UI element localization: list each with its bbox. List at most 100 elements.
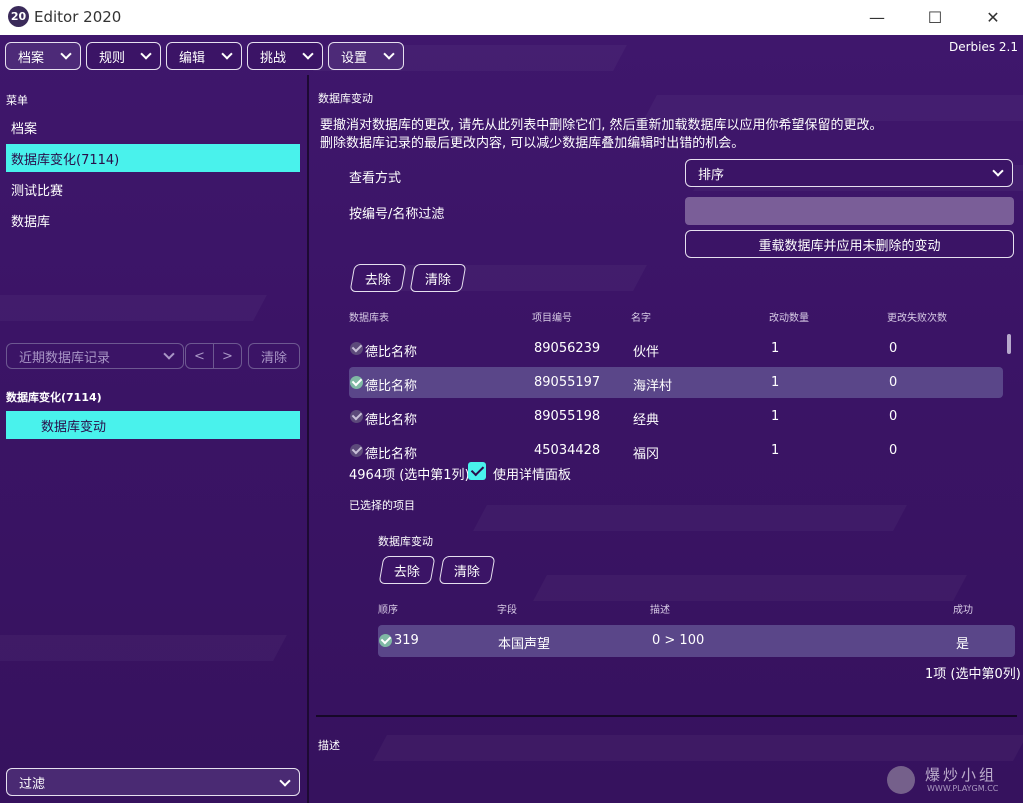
cell-failures: 0	[889, 341, 898, 356]
table-row[interactable]: 德比名称 89055198 经典 1 0	[349, 401, 1003, 432]
sidebar-item-db-changes[interactable]: 数据库变化(7114)	[6, 144, 300, 172]
cell-table: 德比名称	[365, 345, 418, 360]
detail-header-success[interactable]: 成功	[953, 601, 973, 616]
column-header-id[interactable]: 项目编号	[532, 309, 572, 324]
menu-edit[interactable]: 编辑	[166, 42, 242, 70]
detail-header-field[interactable]: 字段	[497, 601, 517, 616]
sidebar-item-label: 数据库变动	[41, 419, 107, 435]
column-header-table[interactable]: 数据库表	[349, 309, 389, 324]
column-header-name[interactable]: 名字	[631, 309, 651, 324]
chevron-down-icon	[221, 48, 233, 60]
check-icon	[350, 376, 363, 389]
clear-history-button[interactable]: 清除	[248, 343, 300, 369]
description-label: 描述	[318, 739, 340, 752]
app-icon: 20	[8, 6, 29, 27]
menu-settings[interactable]: 设置	[328, 42, 404, 70]
cell-id: 89056239	[534, 341, 601, 356]
window-title: Editor 2020	[34, 8, 122, 26]
item-count: 4964项 (选中第1列)	[349, 468, 470, 483]
menu-archive-label: 档案	[18, 50, 45, 66]
column-header-changes[interactable]: 改动数量	[769, 309, 809, 324]
cell-table: 德比名称	[365, 447, 418, 462]
menu-challenge[interactable]: 挑战	[247, 42, 323, 70]
sidebar-item-test-match[interactable]: 测试比赛	[6, 175, 300, 203]
remove-button[interactable]: 去除	[349, 264, 407, 292]
menu-rules[interactable]: 规则	[86, 42, 161, 70]
chevron-down-icon	[992, 165, 1004, 177]
maximize-button[interactable]: ☐	[906, 0, 964, 35]
remove-button-label: 去除	[364, 272, 391, 288]
changes-section-header: 数据库变化(7114)	[6, 391, 102, 404]
table-scrollbar[interactable]	[1007, 334, 1011, 354]
table-row[interactable]: 德比名称 45034428 福冈 1 0	[349, 435, 1003, 466]
detail-table-row[interactable]: 319 本国声望 0 > 100 是	[378, 625, 1015, 657]
detail-clear-label: 清除	[453, 564, 480, 580]
notice-line-2: 删除数据库记录的最后更改内容, 可以减少数据库叠加编辑时出错的机会。	[320, 136, 745, 151]
filter-by-id-input[interactable]	[685, 197, 1014, 225]
history-nav: < >	[185, 343, 242, 369]
sidebar-filter-label: 过滤	[19, 776, 46, 792]
chevron-down-icon	[163, 348, 175, 360]
cell-changes: 1	[771, 409, 780, 424]
detail-cell-success: 是	[956, 637, 970, 652]
prev-arrow-icon[interactable]: <	[186, 344, 214, 368]
detail-remove-button[interactable]: 去除	[378, 556, 436, 584]
view-mode-label: 查看方式	[349, 171, 402, 186]
chevron-down-icon	[60, 48, 72, 60]
sidebar-item-label: 数据库	[11, 214, 51, 230]
use-detail-panel-checkbox[interactable]	[468, 462, 486, 480]
clear-button[interactable]: 清除	[409, 264, 467, 292]
panel-splitter[interactable]	[316, 715, 1017, 717]
title-bar: 20 Editor 2020 — ☐ ✕	[0, 0, 1023, 35]
chevron-down-icon	[383, 48, 395, 60]
detail-title: 数据库变动	[378, 535, 433, 548]
watermark-logo-icon	[887, 766, 915, 794]
reload-db-button[interactable]: 重载数据库并应用未删除的变动	[685, 230, 1014, 258]
sidebar-menu-label: 菜单	[6, 94, 28, 107]
column-header-failures[interactable]: 更改失败次数	[887, 309, 947, 324]
site-watermark: 爆炒小组 WWW.PLAYGM.CC	[883, 762, 1013, 798]
cell-name: 伙伴	[633, 345, 660, 360]
detail-clear-button[interactable]: 清除	[438, 556, 496, 584]
notice-line-1: 要撤消对数据库的更改, 请先从此列表中删除它们, 然后重新加载数据库以应用你希望…	[320, 118, 883, 133]
minimize-button[interactable]: —	[848, 0, 906, 35]
sidebar-filter-select[interactable]: 过滤	[6, 768, 300, 796]
cell-name: 海洋村	[633, 379, 673, 394]
menu-challenge-label: 挑战	[260, 50, 287, 66]
watermark-url: WWW.PLAYGM.CC	[927, 784, 999, 793]
next-arrow-icon[interactable]: >	[214, 344, 241, 368]
detail-cell-field: 本国声望	[498, 637, 551, 652]
chevron-down-icon	[140, 48, 152, 60]
check-icon	[379, 634, 392, 647]
sidebar-divider[interactable]	[307, 75, 309, 803]
use-detail-panel-label: 使用详情面板	[493, 468, 572, 483]
sidebar-item-label: 测试比赛	[11, 183, 64, 199]
menu-settings-label: 设置	[341, 50, 368, 66]
filter-by-id-label: 按编号/名称过滤	[349, 207, 445, 222]
sidebar-item-archive[interactable]: 档案	[6, 113, 300, 141]
check-icon	[350, 444, 363, 457]
panel-title: 数据库变动	[318, 92, 373, 105]
view-mode-select[interactable]: 排序	[685, 159, 1013, 187]
menu-archive[interactable]: 档案	[5, 42, 81, 70]
clear-button-label: 清除	[424, 272, 451, 288]
cell-name: 福冈	[633, 447, 660, 462]
cell-table: 德比名称	[365, 413, 418, 428]
cell-failures: 0	[889, 375, 898, 390]
recent-db-records-select[interactable]: 近期数据库记录	[6, 343, 184, 369]
check-icon	[350, 410, 363, 423]
chevron-down-icon	[279, 775, 291, 787]
sidebar-item-db-change-list[interactable]: 数据库变动	[6, 411, 300, 439]
detail-cell-order: 319	[394, 633, 419, 648]
cell-table: 德比名称	[365, 379, 418, 394]
detail-cell-desc: 0 > 100	[652, 633, 705, 648]
detail-header-order[interactable]: 顺序	[378, 601, 398, 616]
cell-id: 89055198	[534, 409, 601, 424]
check-icon	[350, 342, 363, 355]
table-row[interactable]: 德比名称 89056239 伙伴 1 0	[349, 333, 1003, 364]
detail-header-desc[interactable]: 描述	[650, 601, 670, 616]
sidebar-item-database[interactable]: 数据库	[6, 206, 300, 234]
table-row[interactable]: 德比名称 89055197 海洋村 1 0	[349, 367, 1003, 398]
close-button[interactable]: ✕	[964, 0, 1022, 35]
watermark-text: 爆炒小组	[925, 766, 998, 784]
